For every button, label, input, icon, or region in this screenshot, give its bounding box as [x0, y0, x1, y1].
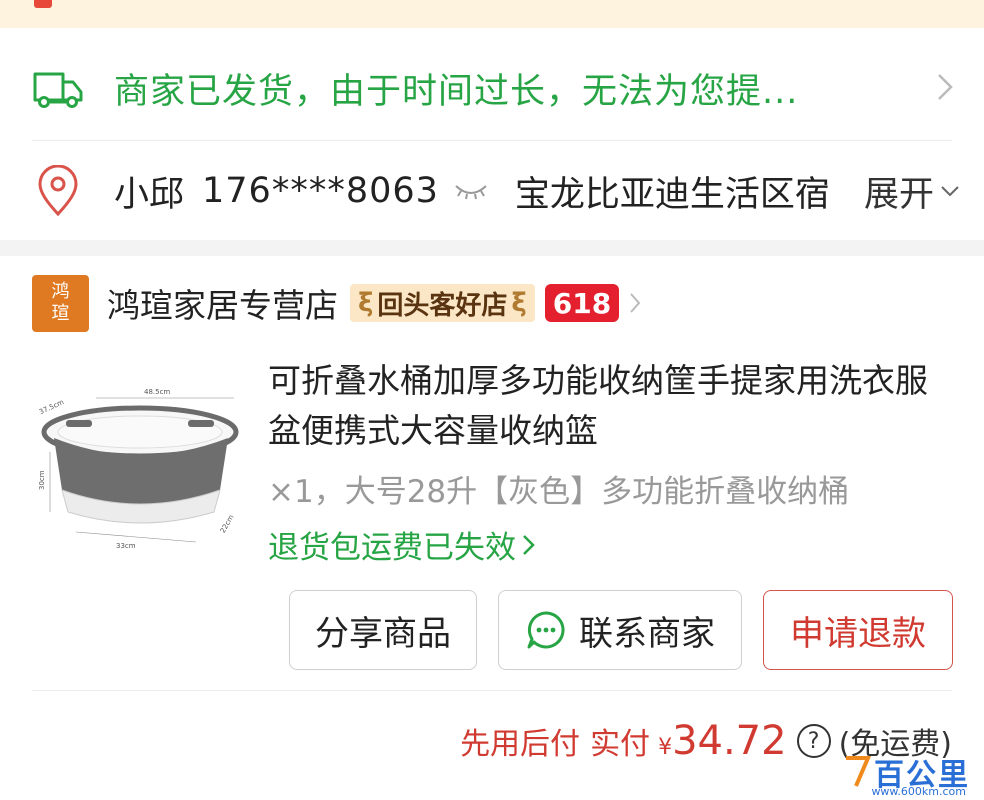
pay-later-label: 先用后付: [460, 727, 581, 762]
dim-side-depth: 37.5cm: [38, 398, 65, 416]
product-sku: ×1，大号28升【灰色】多功能折叠收纳桶: [268, 474, 850, 510]
recipient-phone: 176****8063: [202, 171, 439, 211]
dim-bottom-width: 33cm: [116, 542, 136, 550]
location-pin-icon: [38, 165, 78, 217]
chevron-right-icon: [630, 293, 641, 313]
request-refund-button[interactable]: 申请退款: [763, 590, 953, 670]
return-shipping-text: 退货包运费已失效: [268, 530, 516, 566]
top-red-marker: [34, 0, 52, 8]
dim-top-width: 48.5cm: [144, 388, 170, 396]
store-logo: 鸿 瑄: [32, 274, 89, 332]
watermark-mark-icon: [846, 756, 872, 787]
store-name: 鸿瑄家居专营店: [107, 286, 338, 325]
paid-label: 实付: [590, 727, 651, 762]
contact-seller-label: 联系商家: [579, 613, 715, 654]
badge-ornament-right: ξ: [511, 288, 527, 318]
badge-ornament-left: ξ: [358, 288, 374, 318]
help-icon[interactable]: ?: [796, 724, 831, 758]
chat-bubble-icon: [527, 611, 565, 649]
divider: [32, 690, 952, 691]
returning-customer-badge-label: 回头客好店: [377, 290, 508, 321]
share-product-label: 分享商品: [315, 613, 451, 654]
shipping-status-row[interactable]: 商家已发货，由于时间过长，无法为您提...: [0, 44, 984, 132]
truck-icon: [33, 72, 83, 108]
product-title[interactable]: 可折叠水桶加厚多功能收纳筐手提家用洗衣服盆便携式大容量收纳篮: [268, 356, 948, 456]
recipient-name: 小邱: [114, 174, 185, 215]
share-product-button[interactable]: 分享商品: [289, 590, 477, 670]
product-image[interactable]: 48.5cm 37.5cm 30cm 33cm 22cm: [36, 372, 246, 552]
chevron-right-icon: [523, 534, 535, 555]
section-separator: [0, 240, 984, 256]
contact-seller-button[interactable]: 联系商家: [498, 590, 742, 670]
returning-customer-badge: ξ 回头客好店 ξ: [350, 284, 535, 322]
promo-618-badge: 618: [544, 284, 620, 322]
currency-symbol: ¥: [658, 735, 673, 760]
eye-closed-icon[interactable]: [453, 180, 489, 202]
dim-height: 30cm: [38, 470, 46, 490]
store-row[interactable]: 鸿 瑄 鸿瑄家居专营店 ξ 回头客好店 ξ 618: [0, 272, 984, 334]
dim-bottom-depth: 22cm: [219, 513, 236, 534]
address-row[interactable]: 小邱 176****8063 宝龙比亚迪生活区宿 展开: [0, 150, 984, 232]
watermark-logo: 百公里 www.600km.com: [838, 746, 978, 798]
store-logo-char-bottom: 瑄: [51, 303, 70, 324]
chevron-down-icon: [941, 186, 959, 197]
watermark-url: www.600km.com: [871, 785, 966, 798]
shipping-status-text: 商家已发货，由于时间过长，无法为您提...: [114, 71, 799, 112]
chevron-right-icon: [938, 74, 953, 100]
store-logo-char-top: 鸿: [51, 281, 70, 302]
top-strip: [0, 0, 984, 28]
divider: [32, 140, 952, 141]
return-shipping-link[interactable]: 退货包运费已失效: [268, 522, 536, 567]
expand-label: 展开: [863, 174, 934, 215]
paid-amount: 34.72: [672, 718, 787, 764]
recipient-address: 宝龙比亚迪生活区宿: [514, 174, 830, 215]
expand-address-button[interactable]: 展开: [859, 165, 960, 217]
request-refund-label: 申请退款: [790, 613, 926, 654]
